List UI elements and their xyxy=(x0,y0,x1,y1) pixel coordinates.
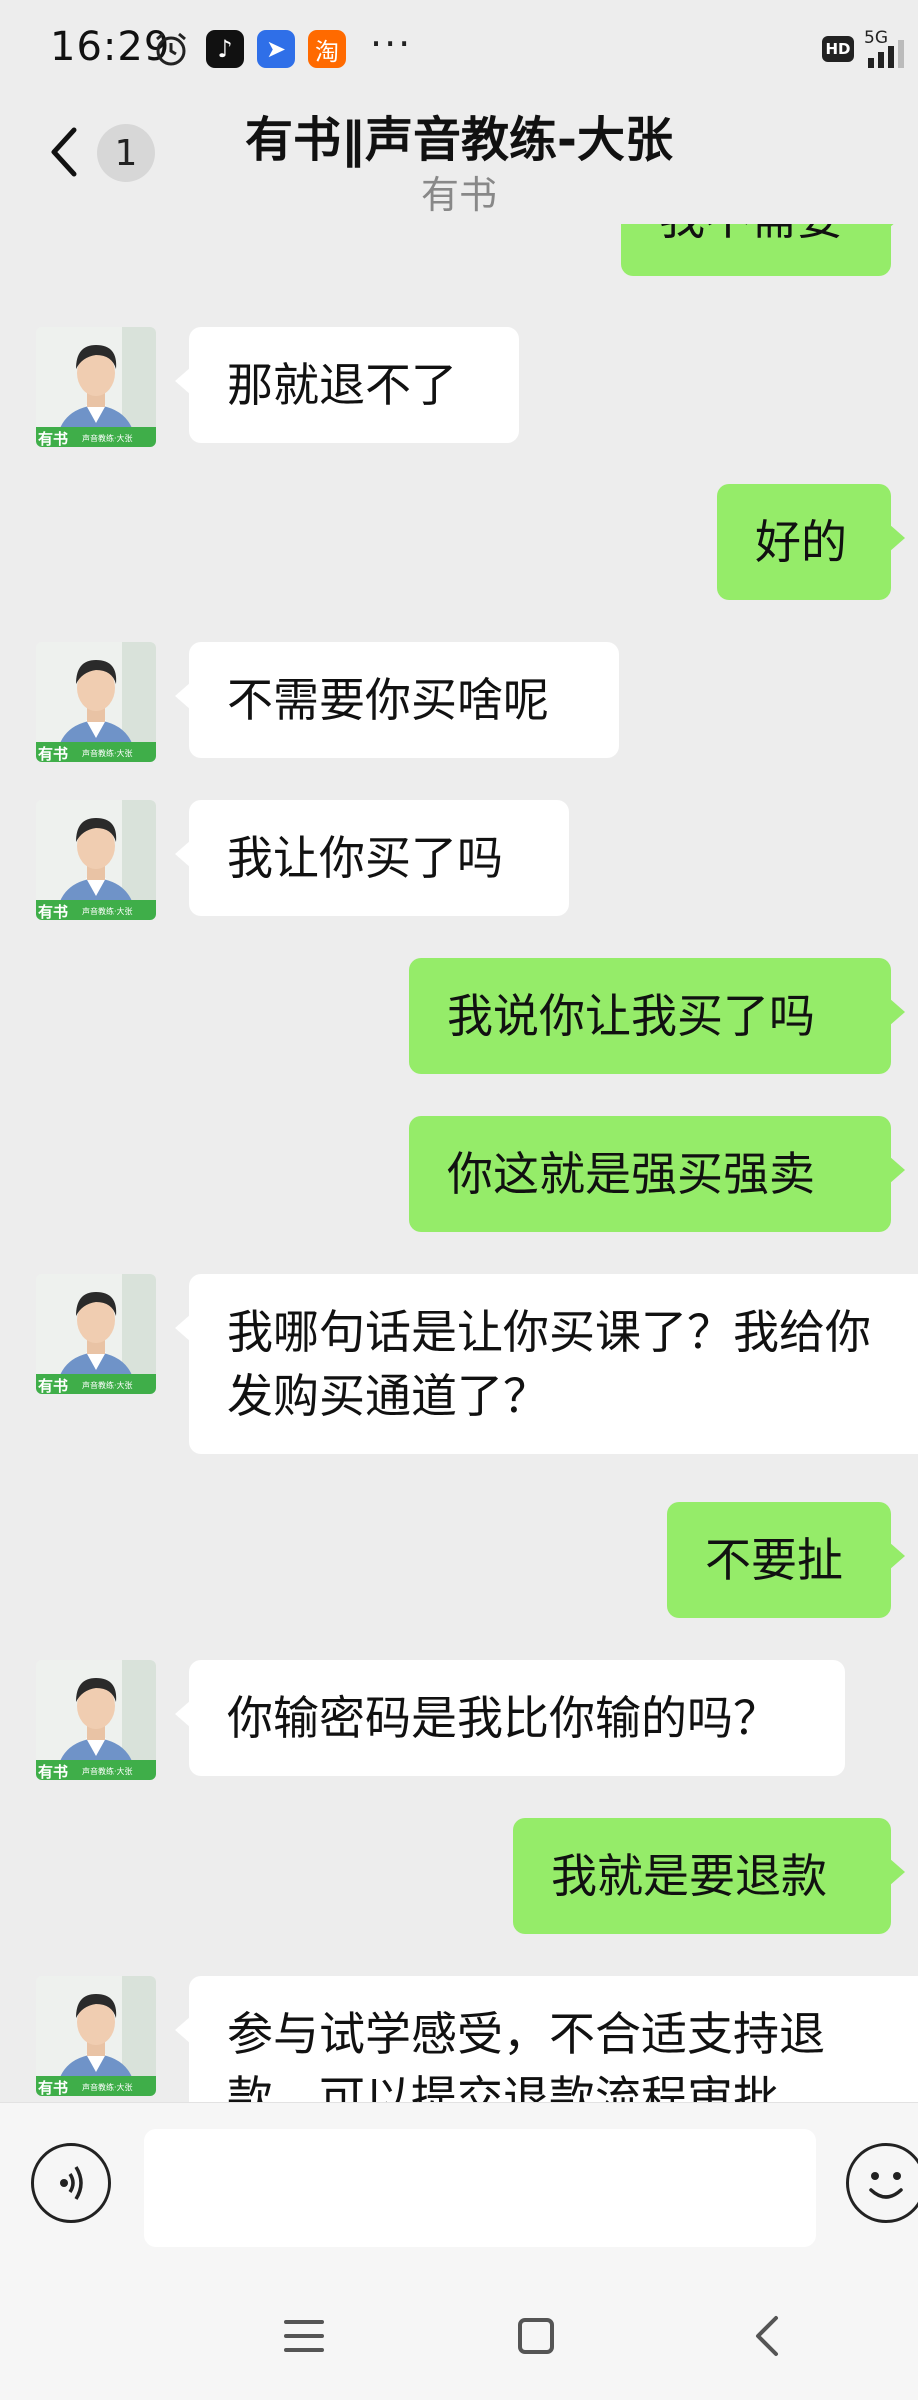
system-nav-bar xyxy=(0,2272,918,2400)
svg-text:有书: 有书 xyxy=(38,430,68,447)
feishu-icon: ➤ xyxy=(257,30,295,68)
contact-avatar[interactable]: 有书 声音教练·大张 xyxy=(36,1274,156,1394)
contact-avatar[interactable]: 有书 声音教练·大张 xyxy=(36,642,156,762)
menu-nav-button[interactable] xyxy=(276,2308,332,2364)
contact-avatar[interactable]: 有书 声音教练·大张 xyxy=(36,1976,156,2096)
back-icon xyxy=(756,2316,778,2356)
received-bubble[interactable]: 你输密码是我比你输的吗？ xyxy=(175,1660,845,1776)
taobao-icon: 淘 xyxy=(308,30,346,68)
message-list[interactable]: 我不需要 有书 声音教练·大张 那就退不了好的 有书 声音教练·大张 不需要你买… xyxy=(0,224,918,2102)
sent-bubble[interactable]: 好的 xyxy=(717,484,905,600)
voice-icon xyxy=(60,2166,83,2200)
network-type: 5G xyxy=(864,28,888,48)
contact-avatar[interactable]: 有书 声音教练·大张 xyxy=(36,1660,156,1780)
sent-bubble[interactable]: 我说你让我买了吗 xyxy=(409,958,905,1074)
sent-bubble[interactable]: 我不需要 xyxy=(621,224,905,276)
chat-subtitle: 有书 xyxy=(420,173,497,217)
svg-text:有书: 有书 xyxy=(38,1763,68,1780)
contact-avatar[interactable]: 有书 声音教练·大张 xyxy=(36,800,156,920)
svg-text:声音教练·大张: 声音教练·大张 xyxy=(82,906,133,916)
received-bubble[interactable]: 我让你买了吗 xyxy=(175,800,569,916)
received-bubble[interactable]: 那就退不了 xyxy=(175,327,519,443)
status-bar: 16:29 ♪ ➤ 淘 ··· HD 5G xyxy=(0,0,918,100)
contact-avatar[interactable]: 有书 声音教练·大张 xyxy=(36,327,156,447)
douyin-icon: ♪ xyxy=(206,30,244,68)
svg-text:声音教练·大张: 声音教练·大张 xyxy=(82,748,133,758)
received-bubble[interactable]: 我哪句话是让你买课了？我给你发购买通道了？ xyxy=(175,1274,918,1454)
smile-icon xyxy=(869,2172,903,2199)
svg-text:声音教练·大张: 声音教练·大张 xyxy=(82,433,133,443)
svg-text:声音教练·大张: 声音教练·大张 xyxy=(82,1766,133,1776)
emoji-button[interactable] xyxy=(846,2143,918,2223)
sent-bubble[interactable]: 不要扯 xyxy=(667,1502,905,1618)
received-bubble[interactable]: 参与试学感受，不合适支持退款，可以提交退款流程审批 xyxy=(175,1976,918,2102)
more-notifications-icon: ··· xyxy=(370,22,413,66)
chat-title: 有书‖声音教练-大张 xyxy=(245,112,673,168)
svg-text:声音教练·大张: 声音教练·大张 xyxy=(82,2082,133,2092)
home-icon xyxy=(518,2318,554,2354)
svg-text:有书: 有书 xyxy=(38,2079,68,2096)
svg-text:有书: 有书 xyxy=(38,745,68,762)
message-input[interactable] xyxy=(144,2129,816,2247)
voice-input-button[interactable] xyxy=(31,2143,111,2223)
alarm-icon xyxy=(152,30,190,68)
input-bar xyxy=(0,2102,918,2273)
svg-text:有书: 有书 xyxy=(38,903,68,920)
chat-header: 1 有书‖声音教练-大张 有书 xyxy=(0,100,918,224)
sent-bubble[interactable]: 我就是要退款 xyxy=(513,1818,905,1934)
sent-bubble[interactable]: 你这就是强买强卖 xyxy=(409,1116,905,1232)
back-nav-button[interactable] xyxy=(740,2308,796,2364)
received-bubble[interactable]: 不需要你买啥呢 xyxy=(175,642,619,758)
home-nav-button[interactable] xyxy=(508,2308,564,2364)
svg-text:声音教练·大张: 声音教练·大张 xyxy=(82,1380,133,1390)
svg-text:有书: 有书 xyxy=(38,1377,68,1394)
hd-voice-icon: HD xyxy=(822,36,854,62)
menu-icon xyxy=(284,2320,324,2352)
signal-icon: 5G xyxy=(864,28,918,70)
